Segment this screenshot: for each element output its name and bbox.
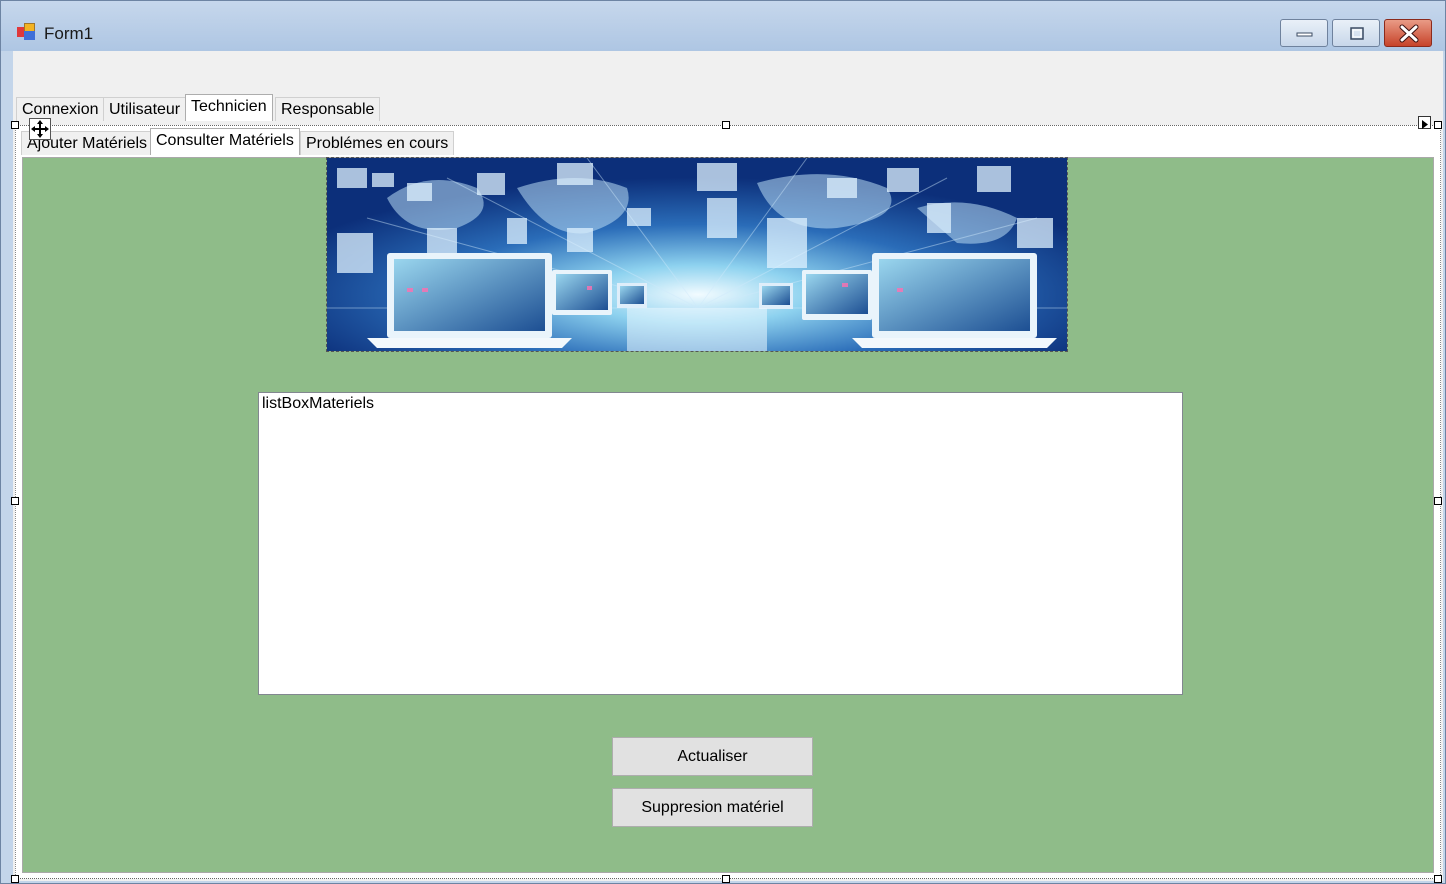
app-window: Form1 Connexion Utilisateur Technicien R… (0, 0, 1446, 884)
resize-handle-left[interactable] (11, 497, 19, 505)
tab-consulter-materiels[interactable]: Consulter Matériels (150, 128, 300, 155)
tab-technicien[interactable]: Technicien (185, 94, 273, 121)
resize-handle-bottom-left[interactable] (11, 875, 19, 883)
refresh-button[interactable]: Actualiser (612, 737, 813, 776)
move-handle-icon[interactable] (29, 118, 51, 140)
consulter-materiels-panel: listBoxMateriels Actualiser Suppresion m… (22, 157, 1434, 873)
minimize-button[interactable] (1280, 19, 1328, 47)
resize-handle-top-left[interactable] (11, 121, 19, 129)
materiels-listbox[interactable]: listBoxMateriels (258, 392, 1183, 695)
resize-handle-top-right[interactable] (1434, 121, 1442, 129)
minimize-icon (1296, 32, 1313, 37)
title-bar[interactable]: Form1 (1, 1, 1445, 51)
resize-handle-bottom-right[interactable] (1434, 875, 1442, 883)
delete-material-button[interactable]: Suppresion matériel (612, 788, 813, 827)
app-icon (17, 23, 37, 41)
banner-image (326, 157, 1068, 352)
maximize-button[interactable] (1332, 19, 1380, 47)
network-laptops-illustration (327, 158, 1067, 351)
resize-handle-bottom[interactable] (722, 875, 730, 883)
resize-handle-right[interactable] (1434, 497, 1442, 505)
window-title: Form1 (44, 24, 94, 43)
tab-responsable[interactable]: Responsable (275, 97, 381, 121)
close-icon (1399, 24, 1419, 43)
tab-problemes-en-cours[interactable]: Problémes en cours (300, 131, 455, 155)
close-button[interactable] (1384, 19, 1432, 47)
resize-handle-top[interactable] (722, 121, 730, 129)
tab-utilisateur[interactable]: Utilisateur (103, 97, 187, 121)
listbox-placeholder-label: listBoxMateriels (262, 395, 375, 412)
form-client-area: Connexion Utilisateur Technicien Respons… (13, 51, 1443, 881)
maximize-icon (1350, 27, 1364, 40)
smart-tag-arrow-icon[interactable] (1418, 116, 1431, 129)
